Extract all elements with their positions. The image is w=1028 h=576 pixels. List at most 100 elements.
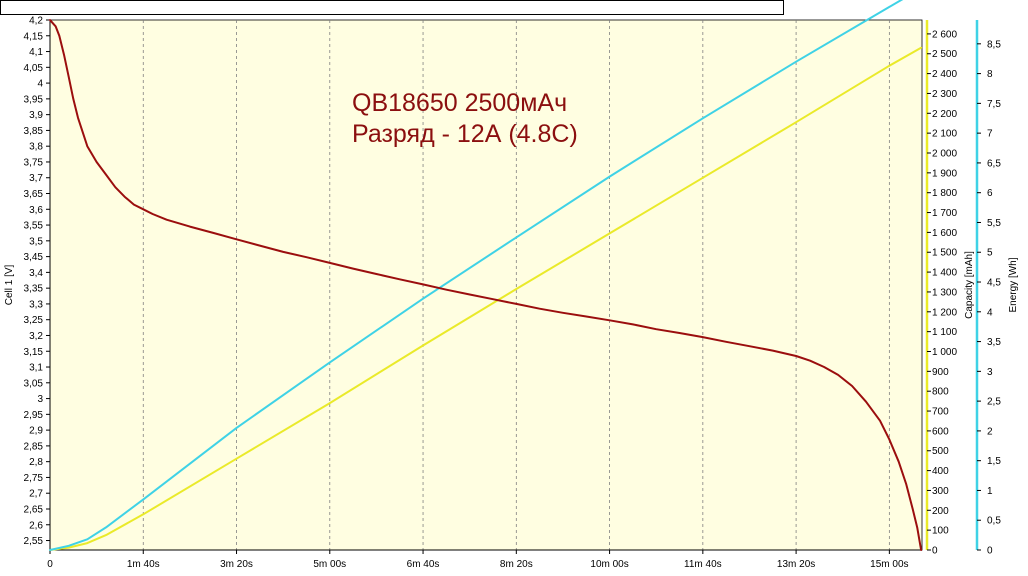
voltage-tick-label: 2,8 bbox=[29, 457, 43, 468]
voltage-tick-label: 4,05 bbox=[24, 63, 44, 74]
voltage-tick-label: 2,95 bbox=[24, 410, 44, 421]
energy-tick-label: 0,5 bbox=[987, 516, 1001, 527]
capacity-tick-label: 1 300 bbox=[932, 287, 957, 298]
energy-tick-label: 6,5 bbox=[987, 158, 1001, 169]
voltage-tick-label: 3,25 bbox=[24, 315, 44, 326]
voltage-tick-label: 3,95 bbox=[24, 94, 44, 105]
capacity-tick-label: 700 bbox=[932, 407, 949, 418]
capacity-tick-label: 1 700 bbox=[932, 208, 957, 219]
capacity-axis: 2 600 2 500 2 400 2 300 2 200 2 100 2 000 1 900… bbox=[925, 20, 957, 557]
capacity-tick-label: 400 bbox=[932, 466, 949, 477]
voltage-tick-label: 3,55 bbox=[24, 221, 44, 232]
energy-tick-label: 4 bbox=[987, 307, 993, 318]
capacity-tick-label: 100 bbox=[932, 526, 949, 537]
voltage-axis: 4,2 4,15 4,1 4,05 4 3,95 3,9 3,85 3,8 3,75 3,7 3,65… bbox=[24, 16, 51, 550]
energy-tick-label: 3,5 bbox=[987, 337, 1001, 348]
capacity-tick-label: 200 bbox=[932, 506, 949, 517]
voltage-tick-label: 2,6 bbox=[29, 520, 43, 531]
energy-tick-label: 8,5 bbox=[987, 39, 1001, 50]
energy-tick-label: 6 bbox=[987, 188, 993, 199]
voltage-tick-label: 4,15 bbox=[24, 31, 44, 42]
energy-tick-label: 7,5 bbox=[987, 99, 1001, 110]
x-tick-label: 10m 00s bbox=[590, 559, 628, 570]
voltage-tick-label: 3,05 bbox=[24, 378, 44, 389]
energy-tick-label: 3 bbox=[987, 367, 993, 378]
capacity-tick-label: 2 400 bbox=[932, 69, 957, 80]
x-tick-label: 3m 20s bbox=[220, 559, 253, 570]
voltage-tick-label: 4,1 bbox=[29, 47, 43, 58]
discharge-chart: 4,24,154,14,0543,953,93,853,83,753,73,65… bbox=[4, 0, 1019, 570]
voltage-tick-label: 3,85 bbox=[24, 126, 44, 137]
capacity-tick-label: 300 bbox=[932, 486, 949, 497]
voltage-tick-label: 4,2 bbox=[29, 16, 43, 27]
capacity-tick-label: 1 800 bbox=[932, 188, 957, 199]
energy-tick-label: 8 bbox=[987, 69, 993, 80]
energy-tick-label: 4,5 bbox=[987, 278, 1001, 289]
capacity-tick-label: 1 500 bbox=[932, 248, 957, 259]
x-tick-label: 1m 40s bbox=[127, 559, 160, 570]
x-tick-label: 6m 40s bbox=[407, 559, 440, 570]
capacity-tick-label: 600 bbox=[932, 426, 949, 437]
voltage-tick-label: 2,85 bbox=[24, 441, 44, 452]
energy-tick-label: 2,5 bbox=[987, 397, 1001, 408]
capacity-tick-label: 800 bbox=[932, 387, 949, 398]
energy-tick-label: 5 bbox=[987, 248, 993, 259]
capacity-tick-label: 2 600 bbox=[932, 29, 957, 40]
voltage-tick-label: 3,1 bbox=[29, 363, 43, 374]
voltage-tick-label: 3 bbox=[37, 394, 43, 405]
voltage-tick-label: 3,75 bbox=[24, 157, 44, 168]
energy-tick-label: 2 bbox=[987, 426, 993, 437]
chart-title-line-2: Разряд - 12А (4.8С) bbox=[352, 120, 578, 148]
x-tick-label: 11m 40s bbox=[684, 559, 722, 570]
energy-axis: 8,5 8 7,5 7 6,5 6 5,5 5 4,5 4 3,5 3 2,5 2 1,5 1 0,5 0 bbox=[975, 20, 1001, 557]
chart-window: 4,2 4,15 4,1 4,05 4 3,95 3,9 3,85 3,8 3,75 3,7 3,65… bbox=[0, 0, 1028, 576]
capacity-tick-label: 900 bbox=[932, 367, 949, 378]
voltage-tick-label: 2,75 bbox=[24, 473, 44, 484]
capacity-axis-label: Capacity [mAh] bbox=[964, 251, 975, 319]
voltage-tick-label: 3,45 bbox=[24, 252, 44, 263]
capacity-tick-label: 500 bbox=[932, 446, 949, 457]
capacity-tick-label: 1 600 bbox=[932, 228, 957, 239]
energy-tick-label: 0 bbox=[987, 546, 993, 557]
voltage-tick-label: 2,65 bbox=[24, 504, 44, 515]
voltage-tick-label: 3,3 bbox=[29, 299, 43, 310]
voltage-tick-label: 3,65 bbox=[24, 189, 44, 200]
voltage-tick-label: 3,2 bbox=[29, 331, 43, 342]
capacity-tick-label: 2 500 bbox=[932, 49, 957, 60]
voltage-axis-label: Cell 1 [V] bbox=[4, 264, 15, 305]
capacity-tick-label: 2 000 bbox=[932, 148, 957, 159]
energy-tick-label: 1,5 bbox=[987, 456, 1001, 467]
x-tick-label: 0 bbox=[47, 559, 53, 570]
energy-tick-label: 7 bbox=[987, 129, 993, 140]
capacity-tick-label: 1 100 bbox=[932, 327, 957, 338]
capacity-tick-label: 1 900 bbox=[932, 168, 957, 179]
capacity-tick-label: 0 bbox=[932, 546, 938, 557]
energy-tick-label: 5,5 bbox=[987, 218, 1001, 229]
chart-title-line-1: QB18650 2500мАч bbox=[352, 89, 568, 117]
energy-tick-label: 1 bbox=[987, 486, 993, 497]
voltage-tick-label: 3,4 bbox=[29, 268, 43, 279]
chart-title: QB18650 2500мАч Разряд - 12А (4.8С) bbox=[352, 88, 578, 150]
voltage-tick-label: 3,15 bbox=[24, 347, 44, 358]
voltage-tick-label: 2,7 bbox=[29, 489, 43, 500]
capacity-tick-label: 1 000 bbox=[932, 347, 957, 358]
capacity-tick-label: 2 300 bbox=[932, 89, 957, 100]
voltage-tick-label: 3,7 bbox=[29, 173, 43, 184]
voltage-tick-label: 2,9 bbox=[29, 426, 43, 437]
capacity-tick-label: 1 200 bbox=[932, 307, 957, 318]
voltage-tick-label: 4 bbox=[37, 79, 43, 90]
energy-axis-label: Energy [Wh] bbox=[1008, 257, 1019, 312]
voltage-tick-label: 3,8 bbox=[29, 142, 43, 153]
voltage-tick-label: 3,9 bbox=[29, 110, 43, 121]
voltage-tick-label: 3,5 bbox=[29, 236, 43, 247]
capacity-tick-label: 2 200 bbox=[932, 109, 957, 120]
x-tick-label: 8m 20s bbox=[500, 559, 533, 570]
x-tick-label: 5m 00s bbox=[313, 559, 346, 570]
x-tick-label: 13m 20s bbox=[777, 559, 815, 570]
capacity-tick-label: 1 400 bbox=[932, 268, 957, 279]
voltage-tick-label: 3,35 bbox=[24, 284, 44, 295]
voltage-tick-label: 3,6 bbox=[29, 205, 43, 216]
capacity-tick-label: 2 100 bbox=[932, 129, 957, 140]
voltage-tick-label: 2,55 bbox=[24, 536, 44, 547]
time-axis: 0 1m 40s 3m 20s 5m 00s 6m 40s 8m 20s 10m 00s 11… bbox=[47, 549, 922, 570]
